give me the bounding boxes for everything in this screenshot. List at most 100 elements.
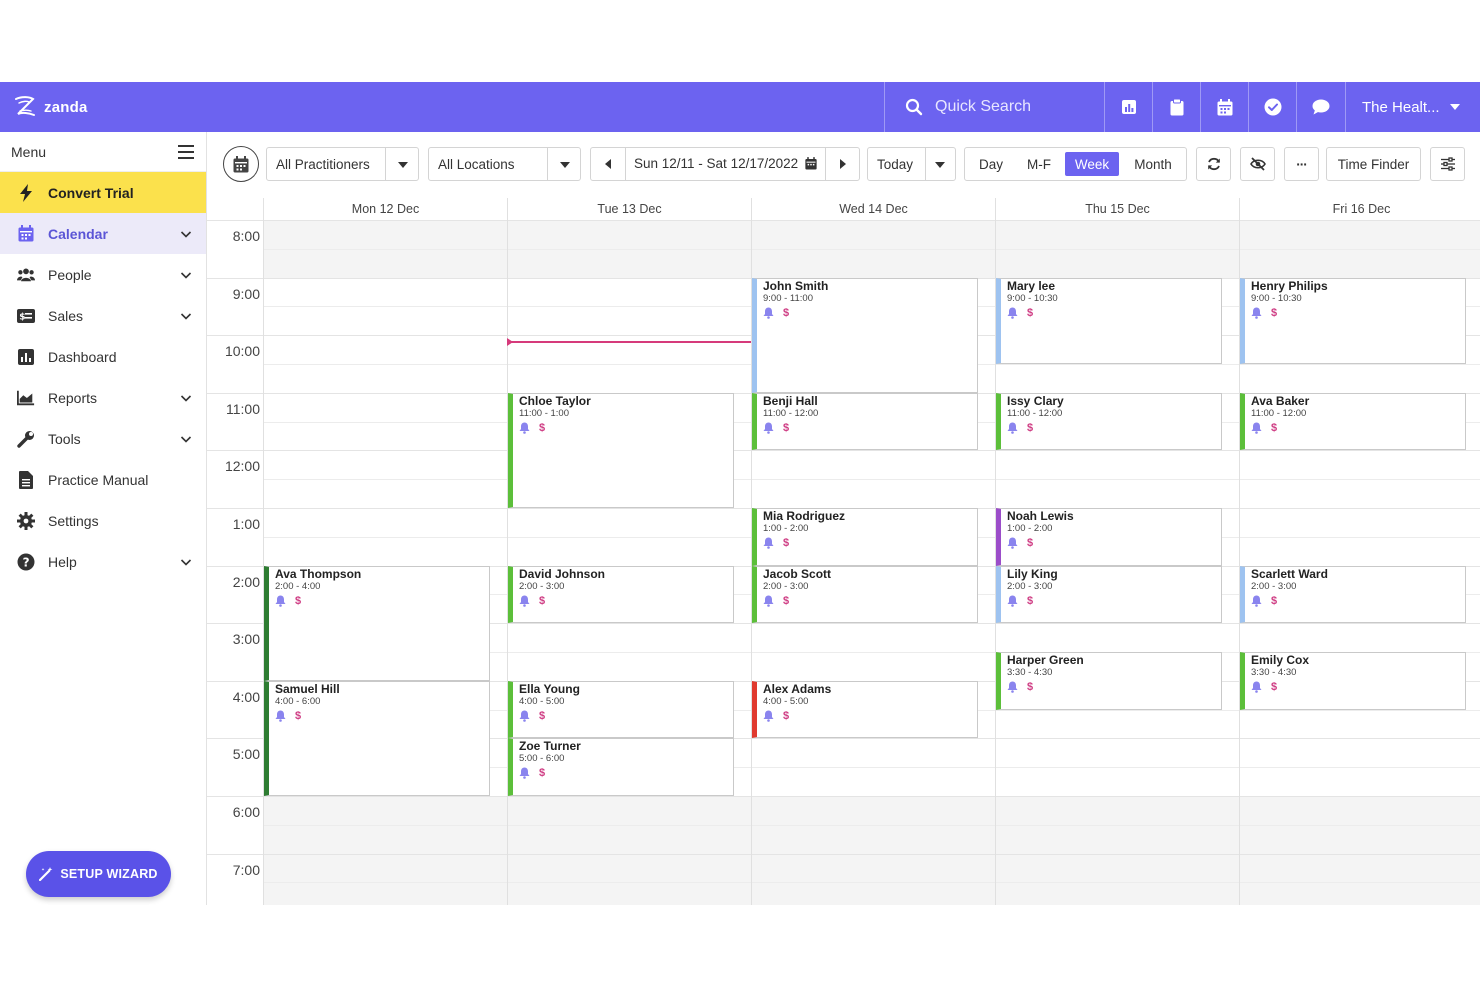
chevron-down-icon[interactable] xyxy=(180,433,192,445)
half-hour-gridline xyxy=(263,479,1480,481)
next-week-button[interactable] xyxy=(826,148,860,180)
invoice-dollar-icon: $ xyxy=(539,594,546,607)
chevron-down-icon[interactable] xyxy=(180,310,192,322)
time-finder-label: Time Finder xyxy=(1337,156,1410,172)
calendar-button[interactable] xyxy=(1200,82,1248,132)
sidebar-item-convert-trial[interactable]: Convert Trial xyxy=(0,172,206,213)
clipboard-icon xyxy=(1170,98,1183,115)
tasks-button[interactable] xyxy=(1248,82,1296,132)
sidebar-item-reports[interactable]: Reports xyxy=(0,377,206,418)
check-circle-icon xyxy=(1264,98,1281,116)
appointment-card[interactable]: Scarlett Ward 2:00 - 3:00 $ xyxy=(1240,565,1466,624)
hide-cancelled-button[interactable] xyxy=(1240,147,1275,181)
appointment-card[interactable]: Zoe Turner 5:00 - 6:00 $ xyxy=(508,738,734,796)
appointment-card[interactable]: Benji Hall 11:00 - 12:00 $ xyxy=(752,392,978,451)
appointment-client-name: Ava Baker xyxy=(1251,393,1310,408)
bell-icon xyxy=(1007,595,1018,607)
sidebar-item-calendar[interactable]: Calendar xyxy=(0,213,206,254)
bell-icon xyxy=(1251,595,1262,607)
invoice-dollar-icon: $ xyxy=(783,594,790,607)
caret-down-icon[interactable] xyxy=(935,162,945,168)
day-header[interactable]: Tue 13 Dec xyxy=(507,198,751,220)
view-month-button[interactable]: Month xyxy=(1121,152,1185,176)
practitioners-select[interactable]: All Practitioners xyxy=(266,147,419,181)
time-finder-button[interactable]: Time Finder xyxy=(1326,147,1421,181)
calendar-settings-button[interactable] xyxy=(1430,147,1465,181)
sidebar-item-label: People xyxy=(48,266,92,283)
sidebar-item-sales[interactable]: $ Sales xyxy=(0,295,206,336)
appointment-card[interactable]: Mary lee 9:00 - 10:30 $ xyxy=(996,277,1222,364)
clipboard-button[interactable] xyxy=(1152,82,1200,132)
appointment-card[interactable]: Jacob Scott 2:00 - 3:00 $ xyxy=(752,565,978,624)
time-label: 7:00 xyxy=(232,861,260,878)
account-menu[interactable]: The Healt... xyxy=(1345,82,1480,132)
date-range-picker[interactable]: Sun 12/11 - Sat 12/17/2022 xyxy=(634,156,817,171)
bell-icon xyxy=(519,595,530,607)
invoice-dollar-icon: $ xyxy=(1027,594,1034,607)
chevron-down-icon[interactable] xyxy=(180,269,192,281)
appointment-card[interactable]: Mia Rodriguez 1:00 - 2:00 $ xyxy=(752,508,978,566)
appointment-card[interactable]: Henry Philips 9:00 - 10:30 $ xyxy=(1240,277,1466,364)
appointment-icons: $ xyxy=(1007,595,1221,607)
refresh-button[interactable] xyxy=(1196,147,1231,181)
appointment-card[interactable]: Alex Adams 4:00 - 5:00 $ xyxy=(752,680,978,739)
appointment-card[interactable]: Samuel Hill 4:00 - 6:00 $ xyxy=(264,680,490,796)
sidebar-item-practice-manual[interactable]: Practice Manual xyxy=(0,459,206,500)
svg-text:$: $ xyxy=(19,312,25,322)
sidebar-item-help[interactable]: ? Help xyxy=(0,541,206,582)
appointment-icons: $ xyxy=(1251,307,1465,319)
messages-button[interactable] xyxy=(1296,82,1344,132)
hamburger-icon[interactable] xyxy=(178,144,194,159)
appointment-card[interactable]: Ava Thompson 2:00 - 4:00 $ xyxy=(264,565,490,681)
day-header[interactable]: Mon 12 Dec xyxy=(263,198,507,220)
day-header[interactable]: Wed 14 Dec xyxy=(751,198,995,220)
day-header[interactable]: Fri 16 Dec xyxy=(1239,198,1480,220)
bell-icon xyxy=(1007,422,1018,434)
dashboard-icon xyxy=(17,348,35,366)
appointment-card[interactable]: Lily King 2:00 - 3:00 $ xyxy=(996,565,1222,624)
today-button[interactable]: Today xyxy=(877,157,913,172)
appointment-card[interactable]: Ella Young 4:00 - 5:00 $ xyxy=(508,680,734,739)
locations-select[interactable]: All Locations xyxy=(428,147,581,181)
more-options-button[interactable]: ··· xyxy=(1284,147,1319,181)
appointment-time: 2:00 - 3:00 xyxy=(1251,580,1297,592)
view-week-button[interactable]: Week xyxy=(1065,152,1119,176)
reports-button[interactable] xyxy=(1104,82,1152,132)
appointment-card[interactable]: Harper Green 3:30 - 4:30 $ xyxy=(996,652,1222,710)
view-mf-button[interactable]: M-F xyxy=(1015,152,1063,176)
prev-week-button[interactable] xyxy=(591,148,625,180)
chat-icon xyxy=(1312,99,1329,115)
appointment-card[interactable]: Emily Cox 3:30 - 4:30 $ xyxy=(1240,652,1466,710)
appointment-icons: $ xyxy=(1251,595,1465,607)
sidebar-item-dashboard[interactable]: Dashboard xyxy=(0,336,206,377)
view-day-button[interactable]: Day xyxy=(967,152,1015,176)
chevron-down-icon[interactable] xyxy=(180,392,192,404)
bell-icon xyxy=(1007,681,1018,693)
appointment-card[interactable]: Ava Baker 11:00 - 12:00 $ xyxy=(1240,392,1466,451)
appointment-card[interactable]: Issy Clary 11:00 - 12:00 $ xyxy=(996,392,1222,451)
calendar-icon xyxy=(805,157,817,170)
reports-icon xyxy=(17,389,35,407)
appointment-icons: $ xyxy=(763,537,977,549)
sidebar-item-tools[interactable]: Tools xyxy=(0,418,206,459)
setup-wizard-button[interactable]: SETUP WIZARD xyxy=(26,851,171,897)
sidebar-item-settings[interactable]: Settings xyxy=(0,500,206,541)
appointment-icons: $ xyxy=(519,595,733,607)
mini-calendar-button[interactable] xyxy=(223,146,259,182)
appointment-card[interactable]: David Johnson 2:00 - 3:00 $ xyxy=(508,565,734,624)
sidebar-item-people[interactable]: People xyxy=(0,254,206,295)
day-header[interactable]: Thu 15 Dec xyxy=(995,198,1239,220)
appointment-time: 9:00 - 11:00 xyxy=(763,292,814,304)
half-hour-gridline xyxy=(263,882,1480,884)
appointment-card[interactable]: John Smith 9:00 - 11:00 $ xyxy=(752,277,978,393)
caret-down-icon xyxy=(398,162,408,168)
appointment-card[interactable]: Chloe Taylor 11:00 - 1:00 $ xyxy=(508,392,734,508)
more-options-label: ··· xyxy=(1296,156,1307,172)
appointment-card[interactable]: Noah Lewis 1:00 - 2:00 $ xyxy=(996,508,1222,566)
document-icon xyxy=(17,470,35,489)
quick-search[interactable]: Quick Search xyxy=(884,82,1104,132)
appointment-icons: $ xyxy=(519,710,733,722)
chevron-down-icon[interactable] xyxy=(180,556,192,568)
logo[interactable]: zanda xyxy=(12,94,88,120)
chevron-down-icon[interactable] xyxy=(180,228,192,240)
